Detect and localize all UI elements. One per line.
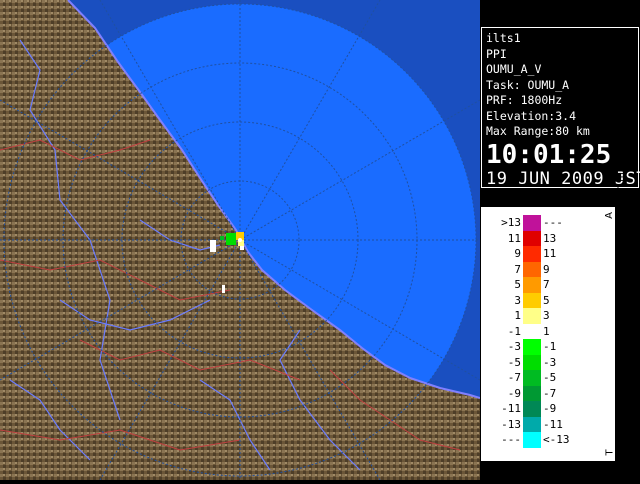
radar-site-marker — [238, 238, 242, 242]
legend-color-swatch — [523, 292, 541, 308]
legend-low-label: -7 — [507, 371, 521, 384]
legend-low-label: 11 — [507, 231, 521, 245]
max-range-label: Max Range:80 km — [486, 124, 590, 138]
legend-color-swatch — [523, 308, 541, 324]
radar-ppi-map[interactable] — [0, 0, 481, 481]
legend-color-swatch — [523, 246, 541, 262]
legend-high-label: 5 — [543, 293, 550, 307]
velocity-legend: >13 --- 11 13 9 11 7 9 5 7 3 5 1 3 -1 1 -3 -1 -5 -3 -7 -5 -9 -7… — [480, 164, 626, 462]
legend-low-label: 1 — [514, 309, 521, 322]
legend-title: Mean Velocity in m/s — [615, 163, 626, 267]
task-label: Task: OUMU_A — [486, 77, 570, 92]
legend-low-label: 3 — [514, 293, 521, 307]
site-name: ilts1 — [486, 31, 521, 45]
legend-top-marker: A — [604, 212, 616, 219]
legend-color-swatch — [523, 261, 541, 277]
legend-color-swatch — [523, 370, 541, 386]
legend-high-label: 3 — [543, 309, 550, 322]
legend-low-label: -9 — [507, 386, 521, 400]
legend-high-label: -1 — [543, 340, 557, 353]
legend-low-label: -3 — [507, 340, 521, 353]
legend-high-label: -5 — [543, 371, 557, 384]
legend-bottom-marker: T — [604, 449, 616, 456]
legend-color-swatch — [523, 354, 541, 370]
legend-color-swatch — [523, 401, 541, 417]
legend-low-label: --- — [501, 433, 521, 446]
legend-high-label: -3 — [543, 355, 557, 369]
legend-low-label: -5 — [507, 355, 521, 369]
legend-color-swatch — [523, 323, 541, 339]
legend-high-label: --- — [543, 216, 563, 229]
legend-color-swatch — [523, 277, 541, 293]
legend-high-label: -11 — [543, 417, 563, 431]
legend-color-swatch — [523, 215, 541, 231]
elevation-label: Elevation:3.4 — [486, 108, 577, 123]
legend-low-label: 5 — [514, 278, 521, 291]
legend-high-label: 9 — [543, 262, 550, 276]
legend-color-swatch — [523, 416, 541, 432]
prf-label: PRF: 1800Hz — [486, 93, 563, 107]
legend-high-label: 1 — [543, 324, 550, 338]
legend-high-label: -9 — [543, 402, 557, 415]
legend-low-label: -13 — [501, 417, 521, 431]
legend-high-label: 7 — [543, 278, 550, 291]
legend-low-label: -1 — [507, 324, 521, 338]
legend-low-label: 9 — [514, 247, 521, 260]
legend-high-label: <-13 — [543, 433, 570, 446]
product-type: PPI — [486, 46, 507, 61]
legend-color-swatch — [523, 339, 541, 355]
legend-high-label: -7 — [543, 386, 557, 400]
legend-title-area: A Mean Velocity in m/s T — [581, 164, 626, 461]
legend-color-swatch — [523, 432, 541, 448]
radar-map-canvas — [0, 0, 481, 481]
legend-high-label: 13 — [543, 231, 557, 245]
legend-low-label: >13 — [501, 216, 521, 229]
legend-low-label: -11 — [501, 402, 521, 415]
legend-high-label: 11 — [543, 247, 557, 260]
legend-color-swatch — [523, 385, 541, 401]
task-name: OUMU_A_V — [486, 62, 542, 76]
legend-color-swatch — [523, 230, 541, 246]
legend-low-label: 7 — [514, 262, 521, 276]
